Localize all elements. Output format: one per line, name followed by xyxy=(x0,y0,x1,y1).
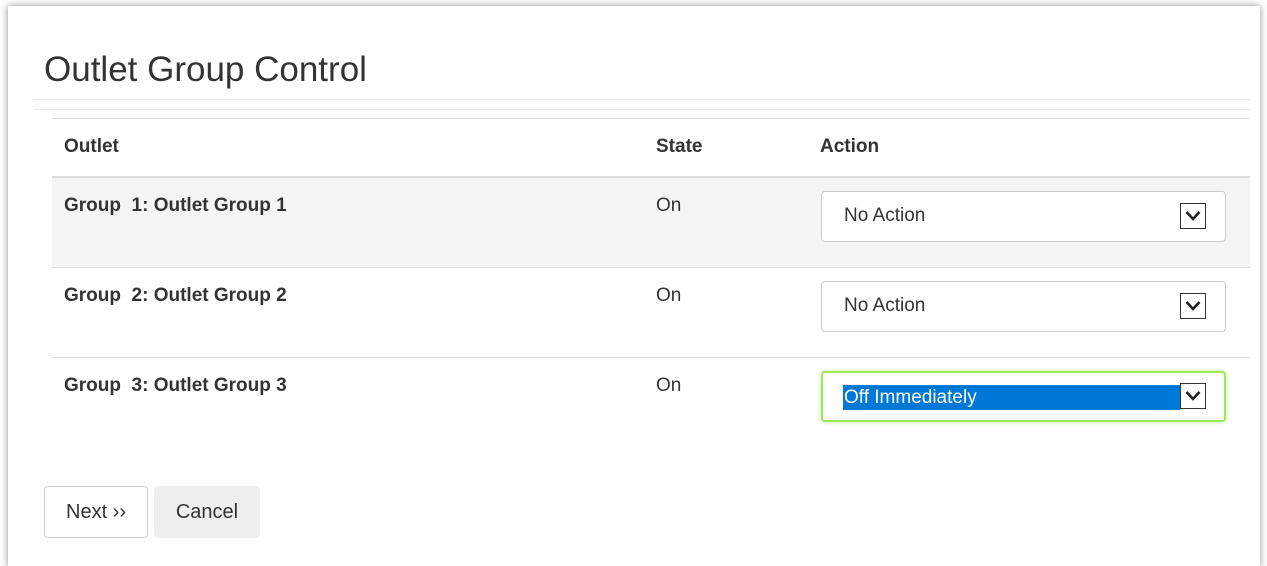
action-select-value: No Action xyxy=(844,295,926,316)
title-divider xyxy=(34,109,1250,110)
outlet-group-control-panel: Outlet Group Control Outlet State Action… xyxy=(8,6,1260,566)
table-row: Group 3: Outlet Group 3 On Off Immediate… xyxy=(52,358,1250,447)
action-select-value: Off Immediately xyxy=(843,385,1180,410)
action-select-group-1[interactable]: No Action xyxy=(821,191,1226,242)
column-header-outlet: Outlet xyxy=(64,136,119,157)
outlet-group-state: On xyxy=(656,375,682,396)
table-header-row: Outlet State Action xyxy=(52,119,1250,178)
chevron-down-icon[interactable] xyxy=(1180,293,1206,319)
table-row: Group 2: Outlet Group 2 On No Action xyxy=(52,268,1250,358)
action-select-group-2[interactable]: No Action xyxy=(821,281,1226,332)
chevron-down-icon[interactable] xyxy=(1180,383,1206,409)
outlet-group-table: Outlet State Action Group 1: Outlet Grou… xyxy=(52,118,1250,447)
outlet-group-state: On xyxy=(656,285,682,306)
column-header-action: Action xyxy=(820,136,880,157)
table-row: Group 1: Outlet Group 1 On No Action xyxy=(52,178,1250,268)
next-button[interactable]: Next ›› xyxy=(44,486,148,538)
outlet-group-name: Group 1: Outlet Group 1 xyxy=(64,195,287,216)
action-select-group-3[interactable]: Off Immediately xyxy=(821,371,1226,422)
outlet-group-name: Group 3: Outlet Group 3 xyxy=(64,375,287,396)
cancel-button[interactable]: Cancel xyxy=(154,486,260,538)
action-select-value: No Action xyxy=(844,205,926,226)
chevron-down-icon[interactable] xyxy=(1180,203,1206,229)
outlet-group-name: Group 2: Outlet Group 2 xyxy=(64,285,287,306)
outlet-group-state: On xyxy=(656,195,682,216)
page-title: Outlet Group Control xyxy=(44,50,367,89)
title-divider xyxy=(34,99,1250,100)
column-header-state: State xyxy=(656,136,703,157)
